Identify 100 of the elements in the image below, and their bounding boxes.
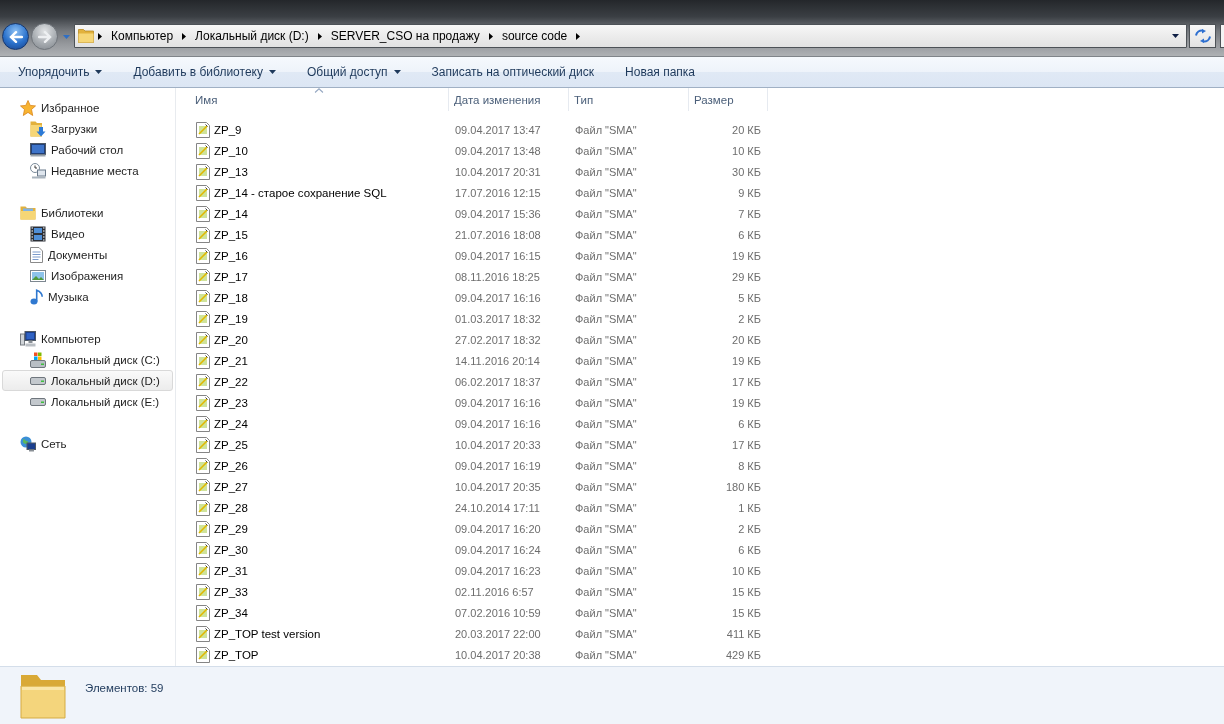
sidebar-item[interactable]: Изображения [30,265,124,286]
file-type: Файл "SMA" [575,333,637,346]
file-type: Файл "SMA" [575,501,637,514]
address-bar[interactable]: Компьютер Локальный диск (D:) SERVER_CSO на продажу source code [74,24,1187,48]
toolbar-button[interactable]: Общий доступ [298,60,409,84]
file-size: 30 КБ [732,165,761,178]
toolbar-button[interactable]: Упорядочить [10,60,111,84]
file-icon [196,247,210,264]
file-name[interactable]: ZP_TOP [214,648,259,661]
music-note-icon [30,288,43,305]
sidebar-item[interactable]: Локальный диск (E:) [30,391,160,412]
file-name[interactable]: ZP_25 [214,438,248,451]
file-name[interactable]: ZP_18 [214,291,248,304]
file-icon [196,268,210,285]
sidebar-item[interactable]: Библиотеки [20,202,104,223]
breadcrumb[interactable]: Компьютер [106,25,179,47]
sidebar-item[interactable]: Компьютер [20,328,101,349]
file-name[interactable]: ZP_31 [214,564,248,577]
file-icon [196,646,210,663]
file-name[interactable]: ZP_13 [214,165,248,178]
file-name[interactable]: ZP_30 [214,543,248,556]
file-name[interactable]: ZP_9 [214,123,242,136]
network-icon [20,435,36,452]
toolbar-button[interactable]: Добавить в библиотеку [125,60,284,84]
file-type: Файл "SMA" [575,543,637,556]
file-name[interactable]: ZP_16 [214,249,248,262]
file-size: 20 КБ [732,123,761,136]
caret-icon [393,70,401,74]
sidebar-item[interactable]: Локальный диск (D:) [2,370,173,391]
toolbar-button[interactable]: Новая папка [617,60,704,84]
sidebar-item[interactable]: Сеть [20,433,67,454]
file-name[interactable]: ZP_20 [214,333,248,346]
file-name[interactable]: ZP_33 [214,585,248,598]
file-type: Файл "SMA" [575,564,637,577]
file-icon [196,625,210,642]
chevron-icon [182,32,187,40]
modified-date: 08.11.2016 18:25 [455,270,540,283]
file-name[interactable]: ZP_19 [214,312,248,325]
sidebar-item[interactable]: Загрузки [30,118,98,139]
sidebar-item[interactable]: Рабочий стол [30,139,124,160]
file-name[interactable]: ZP_14 - старое сохранение SQL [214,186,387,199]
refresh-button[interactable] [1189,24,1216,48]
file-icon [196,331,210,348]
file-name[interactable]: ZP_29 [214,522,248,535]
file-icon [196,499,210,516]
file-icon [196,226,210,243]
file-size: 15 КБ [732,585,761,598]
file-type: Файл "SMA" [575,627,637,640]
file-name[interactable]: ZP_15 [214,228,248,241]
file-name[interactable]: ZP_17 [214,270,248,283]
back-button[interactable] [2,23,29,50]
file-name[interactable]: ZP_14 [214,207,248,220]
modified-date: 09.04.2017 16:16 [455,291,541,304]
file-type: Файл "SMA" [575,375,637,388]
modified-date: 02.11.2016 6:57 [455,585,534,598]
file-type: Файл "SMA" [575,648,637,661]
breadcrumb[interactable]: SERVER_CSO на продажу [325,25,485,47]
file-name[interactable]: ZP_34 [214,606,248,619]
file-name[interactable]: ZP_28 [214,501,248,514]
modified-date: 10.04.2017 20:31 [455,165,541,178]
sidebar-item[interactable]: Недавние места [30,160,139,181]
breadcrumb[interactable]: Локальный диск (D:) [190,25,314,47]
file-type: Файл "SMA" [575,522,637,535]
sidebar-item[interactable]: Локальный диск (C:) [30,349,160,370]
file-name[interactable]: ZP_TOP test version [214,627,321,640]
file-icon [196,289,210,306]
file-icon [196,142,210,159]
file-size: 429 КБ [725,648,761,661]
modified-date: 09.04.2017 13:47 [455,123,541,136]
file-name[interactable]: ZP_23 [214,396,248,409]
item-count: Элементов: 59 [85,682,164,694]
file-name[interactable]: ZP_24 [214,417,248,430]
file-icon [196,415,210,432]
drive-icon [30,376,46,385]
chevron-icon [98,32,102,40]
search-field[interactable] [1220,24,1224,48]
file-name[interactable]: ZP_10 [214,144,248,157]
sidebar-item[interactable]: Избранное [20,97,100,118]
toolbar-button[interactable]: Записать на оптический диск [423,60,603,84]
file-name[interactable]: ZP_27 [214,480,248,493]
file-size: 1 КБ [738,501,761,514]
modified-date: 09.04.2017 16:24 [455,543,541,556]
monitor-icon [30,142,46,157]
file-name[interactable]: ZP_26 [214,459,248,472]
breadcrumb[interactable]: source code [496,25,573,47]
file-icon [196,457,210,474]
modified-date: 01.03.2017 18:32 [455,312,541,325]
folder-download-icon [30,120,46,137]
file-type: Файл "SMA" [575,417,637,430]
sidebar-item[interactable]: Документы [30,244,108,265]
file-name[interactable]: ZP_21 [214,354,248,367]
file-icon [196,373,210,390]
file-icon [196,394,210,411]
sidebar-item[interactable]: Музыка [30,286,89,307]
file-size: 17 КБ [732,438,761,451]
library-folder-icon [20,205,36,220]
sidebar-item[interactable]: Видео [30,223,85,244]
modified-date: 20.03.2017 22:00 [455,627,541,640]
file-type: Файл "SMA" [575,291,637,304]
file-name[interactable]: ZP_22 [214,375,248,388]
